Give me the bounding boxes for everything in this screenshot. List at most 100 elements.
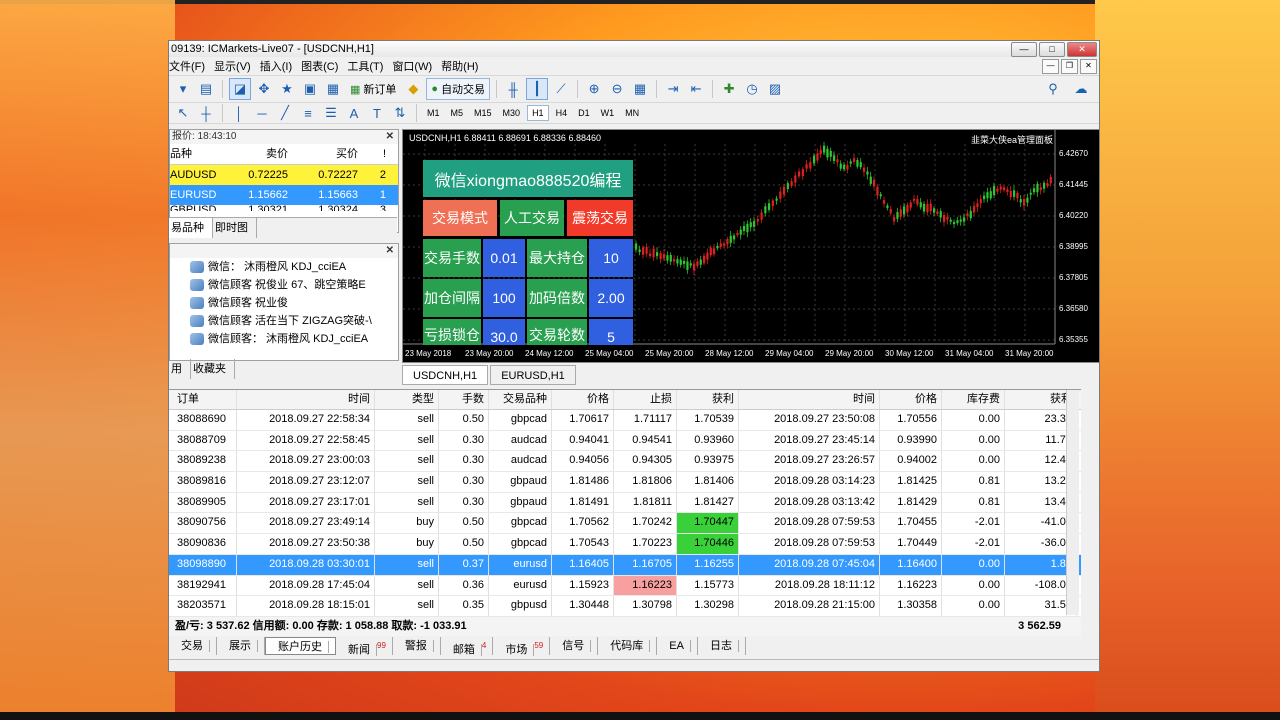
nav-ea-item[interactable]: 微信： 沐雨橙风 KDJ_cciEA [170, 258, 398, 276]
nav-ea-item[interactable]: 微信顾客 活在当下 ZIGZAG突破-\ [170, 312, 398, 330]
tf-w1[interactable]: W1 [597, 106, 619, 120]
market-row[interactable]: EURUSD 1.15662 1.15663 1 [170, 185, 398, 205]
line-chart-icon[interactable]: ⟋ [551, 79, 571, 99]
tab-news[interactable]: 新闻 99 [336, 637, 393, 656]
col-order[interactable]: 订单 [169, 390, 237, 409]
bar-chart-icon[interactable]: ╫ [503, 79, 523, 99]
market-row[interactable]: AUDUSD 0.72225 0.72227 2 [170, 165, 398, 185]
maximize-button[interactable]: □ [1039, 42, 1065, 57]
loss-lock-input[interactable]: 30.0 [483, 319, 525, 345]
col-sl[interactable]: 止损 [614, 390, 677, 409]
horizontal-line-icon[interactable]: ─ [252, 103, 272, 123]
periods-icon[interactable]: ◷ [742, 79, 762, 99]
max-positions-input[interactable]: 10 [589, 239, 633, 277]
table-row[interactable]: 38090756 2018.09.27 23:49:14 buy 0.50 gbpcad… [169, 513, 1081, 535]
range-trade-button[interactable]: 震荡交易 [567, 200, 633, 236]
menu-insert[interactable]: 插入(I) [260, 58, 301, 74]
col-tp[interactable]: 获利 [677, 390, 739, 409]
tab-trade[interactable]: 交易 [169, 637, 217, 655]
tab-market[interactable]: 市场 59 [493, 637, 551, 656]
minimize-button[interactable]: — [1011, 42, 1037, 57]
tab-favorites[interactable]: 收藏夹 [191, 359, 235, 379]
tab-symbols[interactable]: 易品种 [169, 218, 213, 238]
tab-tick-chart[interactable]: 即时图 [213, 218, 257, 238]
channel-icon[interactable]: ≡ [298, 103, 318, 123]
zoom-in-icon[interactable]: ⊕ [584, 79, 604, 99]
table-row[interactable]: 38088709 2018.09.27 22:58:45 sell 0.30 audca… [169, 430, 1081, 452]
chart-tab-eurusd[interactable]: EURUSD,H1 [490, 365, 576, 385]
col-volume[interactable]: 手数 [439, 390, 489, 409]
market-row[interactable]: GBPUSD 1.30321 1.30324 3 [170, 205, 398, 211]
new-order-button[interactable]: ▦ 新订单 [346, 79, 400, 99]
mdi-close-button[interactable]: ✕ [1080, 59, 1097, 74]
table-row[interactable]: 38088690 2018.09.27 22:58:34 sell 0.50 gbpca… [169, 410, 1081, 431]
tab-alerts[interactable]: 警报 [393, 637, 441, 655]
tf-d1[interactable]: D1 [574, 106, 594, 120]
table-row[interactable]: 38089238 2018.09.27 23:00:03 sell 0.30 audca… [169, 451, 1081, 473]
tf-m1[interactable]: M1 [423, 106, 444, 120]
col-ask[interactable]: 买价 [294, 144, 364, 164]
nav-ea-item[interactable]: 微信顾客 祝俊业 67、跳空策略E [170, 276, 398, 294]
text-icon[interactable]: A [344, 103, 364, 123]
chart-tab-usdcnh[interactable]: USDCNH,H1 [402, 365, 489, 385]
tester-icon[interactable]: ▦ [323, 79, 343, 99]
crosshair-icon[interactable]: ┼ [196, 103, 216, 123]
tab-account-history[interactable]: 账户历史 [265, 637, 336, 655]
col-swap[interactable]: 库存费 [942, 390, 1005, 409]
tab-signals[interactable]: 信号 [550, 637, 599, 655]
tile-windows-icon[interactable]: ▦ [630, 79, 650, 99]
tf-m15[interactable]: M15 [470, 106, 496, 120]
cursor-icon[interactable]: ↖ [173, 103, 193, 123]
vertical-line-icon[interactable]: │ [229, 103, 249, 123]
navigator-close-icon[interactable]: ✕ [386, 244, 394, 258]
tab-codebase[interactable]: 代码库 [598, 637, 658, 655]
navigator-icon[interactable]: ★ [277, 79, 297, 99]
tf-h1[interactable]: H1 [527, 105, 549, 121]
table-row[interactable]: 38090836 2018.09.27 23:50:38 buy 0.50 gbpcad… [169, 534, 1081, 555]
table-row[interactable]: 38089816 2018.09.27 23:12:07 sell 0.30 gbpau… [169, 472, 1081, 493]
market-watch-close-icon[interactable]: ✕ [386, 130, 394, 144]
history-scrollbar[interactable] [1066, 390, 1079, 615]
col-close-time[interactable]: 时间 [739, 390, 880, 409]
chart-window[interactable]: 6.42670 6.41445 6.40220 6.38995 6.37805 6.365… [402, 129, 1099, 363]
tab-journal[interactable]: 日志 [698, 637, 746, 655]
trendline-icon[interactable]: ╱ [275, 103, 295, 123]
templates-icon[interactable]: ▨ [765, 79, 785, 99]
tf-mn[interactable]: MN [621, 106, 643, 120]
menu-tools[interactable]: 工具(T) [347, 58, 392, 74]
menu-view[interactable]: 显示(V) [214, 58, 260, 74]
menu-help[interactable]: 帮助(H) [441, 58, 487, 74]
tab-mailbox[interactable]: 邮箱 4 [441, 637, 494, 656]
add-interval-input[interactable]: 100 [483, 279, 525, 317]
terminal-icon[interactable]: ▣ [300, 79, 320, 99]
mdi-restore-button[interactable]: ❐ [1061, 59, 1078, 74]
tab-exposure[interactable]: 展示 [217, 637, 265, 655]
col-spread[interactable]: ! [364, 144, 386, 164]
lot-size-input[interactable]: 0.01 [483, 239, 525, 277]
tab-experts[interactable]: EA [657, 637, 698, 655]
chat-icon[interactable]: ☁ [1071, 79, 1091, 99]
col-type[interactable]: 类型 [375, 390, 439, 409]
tab-common[interactable]: 用 [169, 359, 191, 379]
arrows-icon[interactable]: ⇅ [390, 103, 410, 123]
auto-trading-button[interactable]: ● 自动交易 [426, 78, 491, 100]
label-icon[interactable]: T [367, 103, 387, 123]
multiplier-input[interactable]: 2.00 [589, 279, 633, 317]
col-symbol[interactable]: 交易品种 [489, 390, 552, 409]
zoom-out-icon[interactable]: ⊖ [607, 79, 627, 99]
metaeditor-icon[interactable]: ◆ [403, 79, 423, 99]
search-icon[interactable]: ⚲ [1043, 79, 1063, 99]
tf-m5[interactable]: M5 [447, 106, 468, 120]
menu-charts[interactable]: 图表(C) [301, 58, 347, 74]
table-row[interactable]: 38203571 2018.09.28 18:15:01 sell 0.35 gbpus… [169, 596, 1081, 617]
col-symbol[interactable]: 品种 [170, 144, 236, 164]
menu-file[interactable]: 文件(F) [169, 58, 214, 74]
new-chart-icon[interactable]: ▾ [173, 79, 193, 99]
market-watch-icon[interactable]: ◪ [229, 78, 251, 100]
auto-scroll-icon[interactable]: ⇥ [663, 79, 683, 99]
tf-h4[interactable]: H4 [552, 106, 572, 120]
candlestick-icon[interactable]: ┃ [526, 78, 549, 100]
table-row[interactable]: 38192941 2018.09.28 17:45:04 sell 0.36 eurus… [169, 575, 1081, 597]
fibonacci-icon[interactable]: ☰ [321, 103, 341, 123]
col-open-price[interactable]: 价格 [552, 390, 614, 409]
